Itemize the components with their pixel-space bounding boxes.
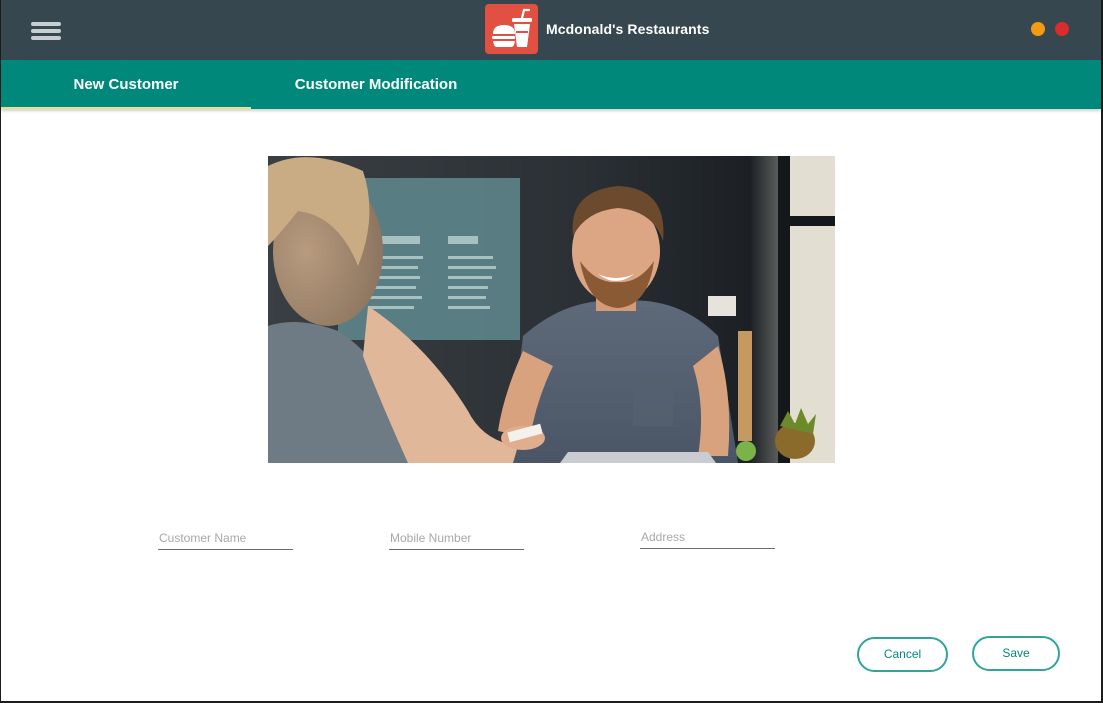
minimize-button[interactable] bbox=[1031, 22, 1045, 36]
burger-and-drink-icon bbox=[485, 4, 538, 54]
tab-customer-modification[interactable]: Customer Modification bbox=[251, 60, 501, 109]
customer-name-input[interactable] bbox=[158, 528, 293, 548]
mobile-number-input[interactable] bbox=[389, 528, 524, 548]
app-window: Mcdonald's Restaurants New Customer Cust… bbox=[1, 0, 1101, 701]
customer-service-photo bbox=[268, 156, 835, 463]
address-field[interactable] bbox=[640, 527, 775, 549]
tab-bar: New Customer Customer Modification bbox=[1, 60, 1101, 109]
customer-name-field[interactable] bbox=[158, 528, 293, 550]
mobile-number-field[interactable] bbox=[389, 528, 524, 550]
close-button[interactable] bbox=[1055, 22, 1069, 36]
address-input[interactable] bbox=[640, 527, 775, 547]
cancel-button[interactable]: Cancel bbox=[857, 637, 948, 672]
hamburger-menu-icon[interactable] bbox=[31, 20, 63, 42]
title-bar: Mcdonald's Restaurants bbox=[1, 0, 1101, 60]
save-button[interactable]: Save bbox=[972, 636, 1060, 671]
app-title: Mcdonald's Restaurants bbox=[546, 21, 710, 37]
tab-new-customer[interactable]: New Customer bbox=[1, 60, 251, 109]
